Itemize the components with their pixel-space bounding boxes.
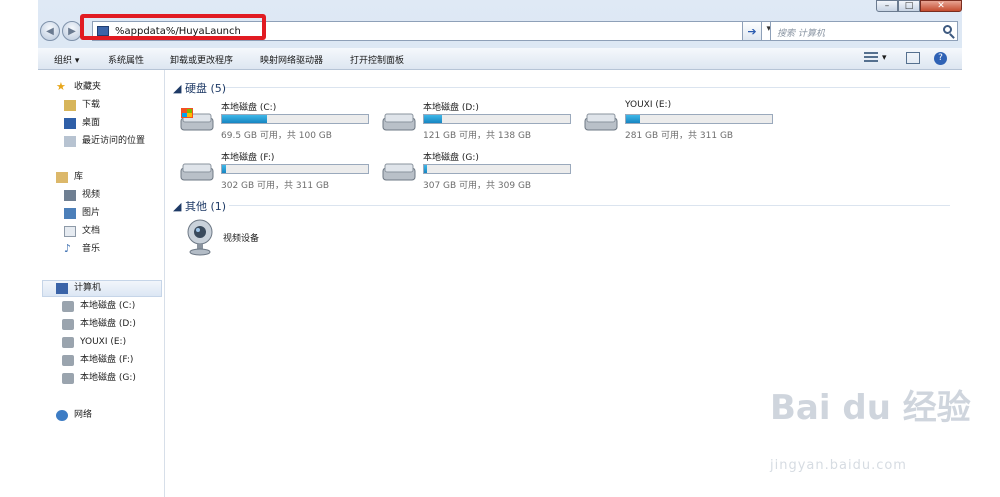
window-controls: – □ ✕ [876, 0, 962, 12]
preview-pane-icon[interactable] [906, 52, 920, 64]
back-button[interactable]: ◀ [40, 21, 60, 41]
search-icon[interactable] [943, 25, 952, 34]
network-icon [56, 410, 68, 421]
minimize-icon[interactable]: – [876, 0, 898, 12]
video-device-item[interactable]: 视频设备 [185, 218, 305, 262]
watermark: Bai du 经验 jingyan.baidu.com [770, 380, 971, 490]
downloads-folder-icon [64, 100, 76, 111]
usage-bar [423, 114, 571, 124]
drive-tile[interactable]: 本地磁盘 (F:) 302 GB 可用，共 311 GB [179, 150, 379, 194]
drive-tile[interactable]: 本地磁盘 (G:) 307 GB 可用，共 309 GB [381, 150, 581, 194]
view-dropdown-icon[interactable]: ▾ [882, 53, 887, 63]
usage-fill [222, 165, 227, 173]
close-icon[interactable]: ✕ [920, 0, 962, 12]
usage-fill [424, 165, 427, 173]
uninstall-button[interactable]: 卸载或更改程序 [170, 53, 233, 66]
library-icon [56, 172, 68, 183]
control-panel-button[interactable]: 打开控制面板 [350, 53, 404, 66]
drive-icon [382, 113, 416, 131]
usage-fill [222, 115, 267, 123]
navigation-bar: ◀ ▶ %appdata%/HuyaLaunch ▾ ➔ 搜索 计算机 [38, 14, 962, 45]
system-properties-button[interactable]: 系统属性 [108, 53, 144, 66]
group-header-hard-disks[interactable]: ◢ 硬盘 (5) [173, 80, 226, 96]
map-drive-button[interactable]: 映射网络驱动器 [260, 53, 323, 66]
collapse-arrow-icon[interactable]: ◢ [173, 200, 185, 213]
star-icon: ★ [56, 80, 66, 93]
system-drive-icon [180, 108, 214, 131]
group-divider [225, 87, 950, 88]
documents-icon [64, 226, 76, 237]
drive-icon [382, 163, 416, 181]
drive-icon [62, 355, 74, 366]
search-box[interactable]: 搜索 计算机 [770, 21, 958, 41]
desktop-icon [64, 118, 76, 129]
command-bar: 组织 ▾ 系统属性 卸载或更改程序 映射网络驱动器 打开控制面板 ▾ ? [38, 48, 962, 70]
usage-bar [423, 164, 571, 174]
help-icon[interactable]: ? [934, 52, 947, 65]
drive-icon [62, 319, 74, 330]
usage-fill [626, 115, 641, 123]
drive-tile[interactable]: 本地磁盘 (D:) 121 GB 可用，共 138 GB [381, 100, 581, 144]
video-icon [64, 190, 76, 201]
drive-tile[interactable]: YOUXI (E:) 281 GB 可用，共 311 GB [583, 100, 783, 144]
usage-bar [221, 114, 369, 124]
watermark-url: jingyan.baidu.com [770, 458, 907, 473]
webcam-icon [187, 219, 213, 256]
recent-places-icon [64, 136, 76, 147]
forward-arrow-icon: ▶ [68, 25, 76, 37]
maximize-icon[interactable]: □ [898, 0, 920, 12]
go-button[interactable]: ➔ [742, 21, 762, 41]
drive-icon [62, 337, 74, 348]
address-highlight-box [80, 14, 266, 40]
organize-button[interactable]: 组织 ▾ [54, 53, 79, 66]
drive-icon [180, 163, 214, 181]
group-header-other[interactable]: ◢ 其他 (1) [173, 198, 226, 214]
drive-icon [584, 113, 618, 131]
back-arrow-icon: ◀ [46, 25, 54, 37]
pictures-icon [64, 208, 76, 219]
search-input[interactable]: 搜索 计算机 [777, 26, 825, 39]
baidu-logo: Bai du 经验 [770, 388, 971, 428]
collapse-arrow-icon[interactable]: ◢ [173, 82, 185, 95]
group-divider [229, 205, 950, 206]
left-margin [0, 0, 38, 497]
usage-bar [625, 114, 773, 124]
usage-fill [424, 115, 442, 123]
forward-button[interactable]: ▶ [62, 21, 82, 41]
music-icon: ♪ [64, 242, 72, 255]
view-options-icon[interactable] [864, 52, 878, 64]
computer-icon [56, 283, 68, 294]
drive-tile[interactable]: 本地磁盘 (C:) 69.5 GB 可用，共 100 GB [179, 100, 379, 144]
go-arrow-icon: ➔ [747, 24, 757, 38]
usage-bar [221, 164, 369, 174]
navigation-pane: ★ 收藏夹 下载 桌面 最近访问的位置 库 视频 图片 文档 ♪ 音乐 计算机 … [38, 70, 165, 497]
drive-icon [62, 373, 74, 384]
system-drive-icon [62, 301, 74, 312]
